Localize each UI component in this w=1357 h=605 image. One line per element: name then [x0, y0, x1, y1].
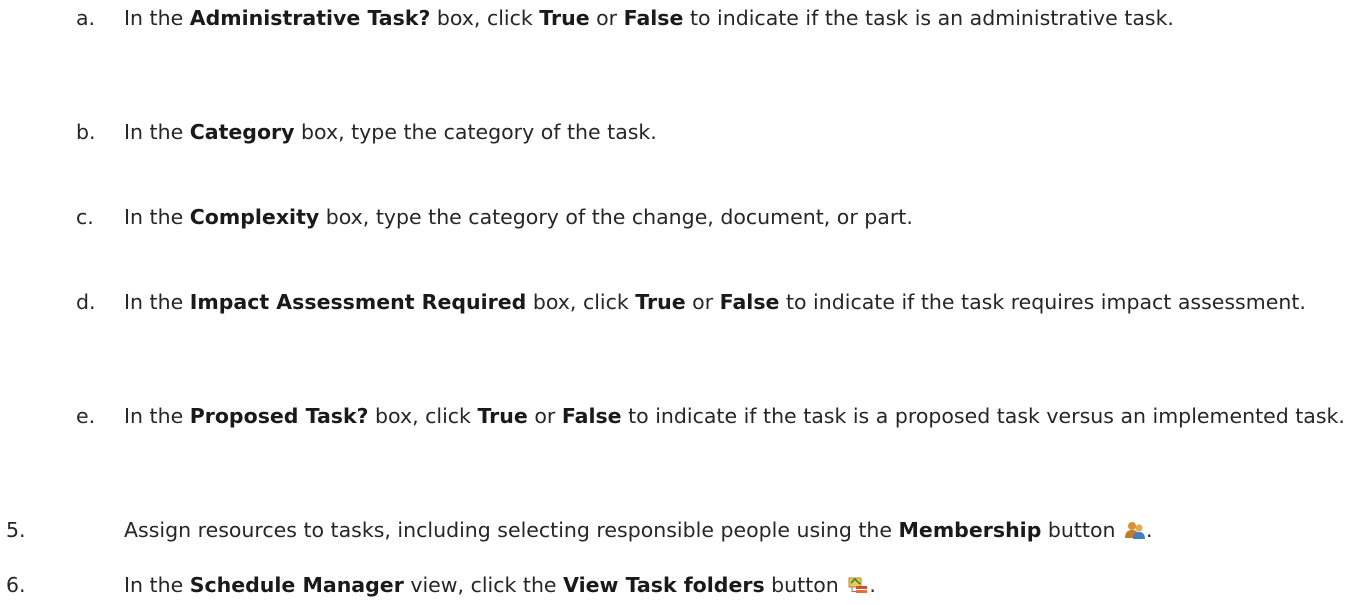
step-e: e. In the Proposed Task? box, click True…: [76, 402, 1349, 431]
true-option-label: True: [539, 6, 590, 30]
step-6-text: In the Schedule Manager view, click the …: [124, 571, 1356, 603]
step-d: d. In the Impact Assessment Required box…: [76, 288, 1349, 317]
view-task-folders-icon: [847, 574, 869, 603]
membership-icon: [1124, 519, 1146, 548]
step-6-number: 6.: [6, 573, 26, 597]
step-a-number: a.: [76, 6, 96, 30]
step-d-number: d.: [76, 290, 96, 314]
step-d-text: In the Impact Assessment Required box, c…: [124, 290, 1306, 314]
step-5: 5. Assign resources to tasks, including …: [6, 516, 1356, 548]
false-option-label: False: [561, 404, 622, 428]
view-task-folders-label: View Task folders: [563, 573, 765, 597]
step-b: b. In the Category box, type the categor…: [76, 118, 1349, 147]
impact-assessment-required-label: Impact Assessment Required: [189, 290, 527, 314]
step-c-number: c.: [76, 205, 94, 229]
step-e-number: e.: [76, 404, 96, 428]
true-option-label: True: [635, 290, 686, 314]
schedule-manager-label: Schedule Manager: [189, 573, 404, 597]
true-option-label: True: [477, 404, 528, 428]
step-b-number: b.: [76, 120, 96, 144]
step-5-number: 5.: [6, 518, 26, 542]
proposed-task-label: Proposed Task?: [189, 404, 369, 428]
step-6: 6. In the Schedule Manager view, click t…: [6, 571, 1356, 603]
false-option-label: False: [623, 6, 684, 30]
false-option-label: False: [719, 290, 780, 314]
complexity-label: Complexity: [189, 205, 320, 229]
step-a: a. In the Administrative Task? box, clic…: [76, 4, 1349, 33]
step-c-text: In the Complexity box, type the category…: [124, 205, 913, 229]
step-b-text: In the Category box, type the category o…: [124, 120, 657, 144]
step-a-text: In the Administrative Task? box, click T…: [124, 6, 1174, 30]
step-c: c. In the Complexity box, type the categ…: [76, 203, 1349, 232]
document-page: a. In the Administrative Task? box, clic…: [0, 0, 1357, 605]
step-5-text: Assign resources to tasks, including sel…: [124, 516, 1356, 548]
administrative-task-label: Administrative Task?: [189, 6, 431, 30]
membership-label: Membership: [898, 518, 1042, 542]
category-label: Category: [189, 120, 295, 144]
step-e-text: In the Proposed Task? box, click True or…: [124, 404, 1345, 428]
